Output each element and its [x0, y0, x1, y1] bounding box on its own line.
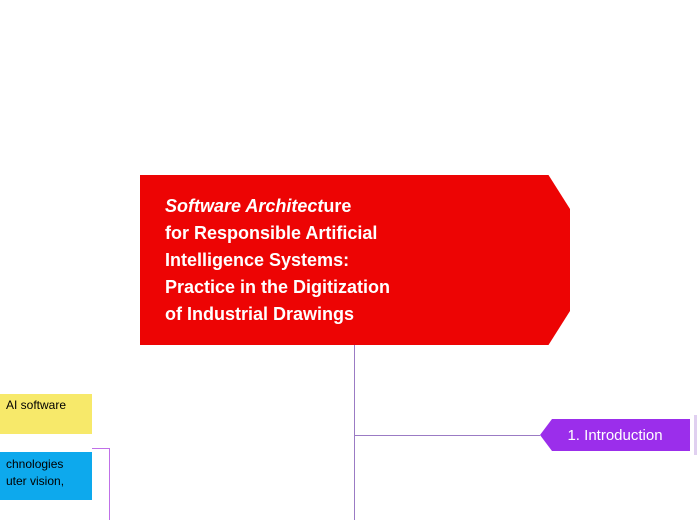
intro-label: 1. Introduction [567, 427, 662, 444]
yellow-partial-node[interactable]: AI software [0, 394, 92, 434]
blue-label-line1: chnologies [6, 457, 63, 471]
connector-line-horizontal [354, 435, 540, 436]
intro-node[interactable]: 1. Introduction [540, 419, 690, 451]
connector-line-vertical [354, 345, 355, 520]
blue-partial-node[interactable]: chnologies uter vision, [0, 452, 92, 500]
central-topic-node[interactable]: Software Architecturefor Responsible Art… [140, 175, 570, 345]
blue-label-line2: uter vision, [6, 474, 64, 488]
purple-outline-partial [92, 448, 110, 520]
central-italic-text: Software Architect [165, 196, 323, 216]
yellow-label: AI software [6, 398, 66, 412]
